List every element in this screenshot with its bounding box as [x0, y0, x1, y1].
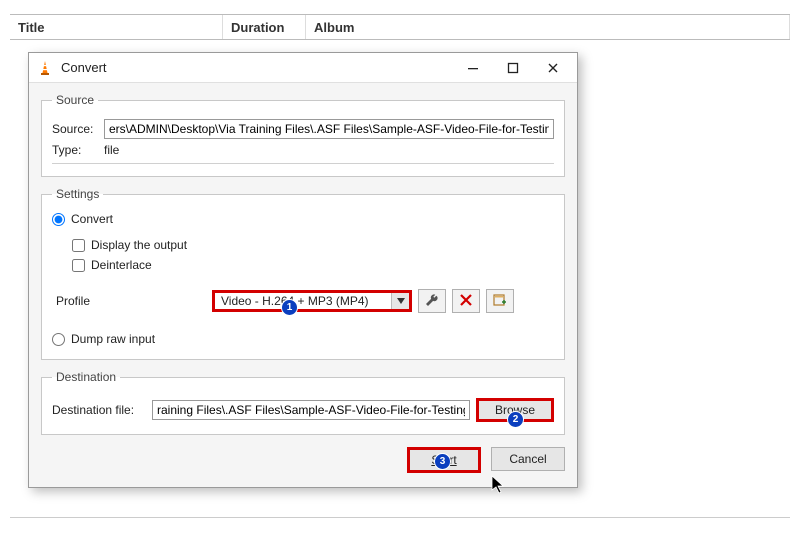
convert-dialog: Convert Source Source: Type: file S	[28, 52, 578, 488]
settings-group: Settings Convert Display the output Dein…	[41, 187, 565, 360]
x-icon	[459, 293, 473, 310]
destination-group: Destination Destination file: Browse	[41, 370, 565, 435]
vlc-cone-icon	[37, 60, 53, 76]
cancel-button[interactable]: Cancel	[491, 447, 565, 471]
dump-raw-label: Dump raw input	[71, 332, 155, 346]
source-group: Source Source: Type: file	[41, 93, 565, 177]
col-duration[interactable]: Duration	[223, 15, 306, 39]
titlebar[interactable]: Convert	[29, 53, 577, 83]
destination-legend: Destination	[52, 370, 120, 384]
playlist-header: Title Duration Album	[10, 14, 790, 40]
wrench-icon	[425, 293, 439, 310]
display-output-input[interactable]	[72, 239, 85, 252]
close-button[interactable]	[533, 54, 573, 82]
profile-value: Video - H.264 + MP3 (MP4)	[215, 294, 391, 308]
dialog-buttons: Start Cancel	[41, 441, 565, 475]
maximize-button[interactable]	[493, 54, 533, 82]
col-title[interactable]: Title	[10, 15, 223, 39]
dialog-title: Convert	[61, 60, 453, 75]
type-value: file	[104, 143, 119, 157]
cursor-icon	[491, 475, 507, 498]
convert-radio-label: Convert	[71, 212, 113, 226]
new-profile-icon	[493, 293, 507, 310]
dest-input[interactable]	[152, 400, 470, 420]
source-divider	[52, 163, 554, 164]
delete-profile-button[interactable]	[452, 289, 480, 313]
profile-dropdown[interactable]: Video - H.264 + MP3 (MP4)	[212, 290, 412, 312]
new-profile-button[interactable]	[486, 289, 514, 313]
display-output-label: Display the output	[91, 238, 187, 252]
table-bottom-border	[10, 517, 790, 518]
annotation-badge-3: 3	[434, 453, 451, 470]
source-label: Source:	[52, 122, 104, 136]
source-legend: Source	[52, 93, 98, 107]
minimize-button[interactable]	[453, 54, 493, 82]
col-album[interactable]: Album	[306, 15, 790, 39]
type-label: Type:	[52, 143, 104, 157]
edit-profile-button[interactable]	[418, 289, 446, 313]
convert-radio[interactable]: Convert	[52, 212, 113, 226]
deinterlace-checkbox[interactable]: Deinterlace	[72, 258, 152, 272]
source-input[interactable]	[104, 119, 554, 139]
annotation-badge-2: 2	[507, 411, 524, 428]
annotation-badge-1: 1	[281, 299, 298, 316]
dest-label: Destination file:	[52, 403, 152, 417]
deinterlace-input[interactable]	[72, 259, 85, 272]
settings-legend: Settings	[52, 187, 103, 201]
convert-radio-input[interactable]	[52, 213, 65, 226]
dump-raw-input[interactable]	[52, 333, 65, 346]
dump-raw-radio[interactable]: Dump raw input	[52, 332, 155, 346]
chevron-down-icon[interactable]	[391, 293, 409, 309]
display-output-checkbox[interactable]: Display the output	[72, 238, 187, 252]
deinterlace-label: Deinterlace	[91, 258, 152, 272]
profile-label: Profile	[52, 294, 212, 308]
